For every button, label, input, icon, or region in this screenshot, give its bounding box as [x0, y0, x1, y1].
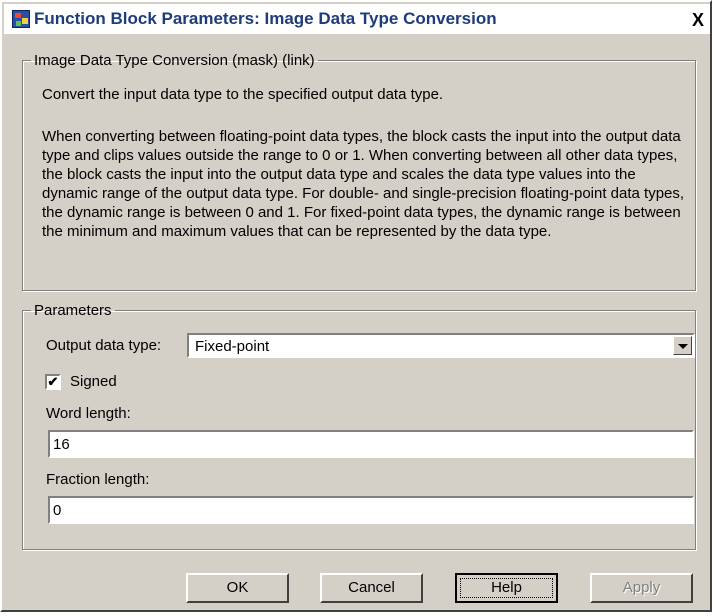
description-legend: Image Data Type Conversion (mask) (link)	[34, 52, 315, 69]
parameters-legend: Parameters	[34, 302, 112, 319]
ok-button[interactable]: OK	[186, 573, 289, 603]
signed-label: Signed	[70, 373, 117, 390]
output-data-type-select[interactable]: Fixed-point	[187, 333, 695, 358]
simulink-block-icon	[12, 10, 30, 28]
chevron-down-icon[interactable]	[673, 336, 692, 355]
word-length-value: 16	[53, 436, 70, 453]
close-icon[interactable]: X	[688, 11, 708, 29]
output-data-type-value: Fixed-point	[195, 338, 270, 355]
fraction-length-label: Fraction length:	[46, 471, 150, 488]
signed-checkbox[interactable]: ✔	[45, 374, 61, 390]
window-title: Function Block Parameters: Image Data Ty…	[34, 9, 497, 28]
description-summary: Convert the input data type to the speci…	[42, 86, 444, 103]
title-bar[interactable]: Function Block Parameters: Image Data Ty…	[4, 4, 710, 34]
fraction-length-value: 0	[53, 502, 62, 519]
help-button[interactable]: Help	[455, 573, 558, 603]
word-length-field[interactable]: 16	[48, 430, 694, 458]
cancel-button[interactable]: Cancel	[320, 573, 423, 603]
output-data-type-label: Output data type:	[46, 337, 162, 354]
fraction-length-field[interactable]: 0	[48, 496, 694, 524]
word-length-label: Word length:	[46, 405, 131, 422]
apply-button[interactable]: Apply	[590, 573, 693, 603]
description-text: When converting between floating-point d…	[42, 128, 685, 240]
dialog-window: Function Block Parameters: Image Data Ty…	[0, 0, 712, 612]
